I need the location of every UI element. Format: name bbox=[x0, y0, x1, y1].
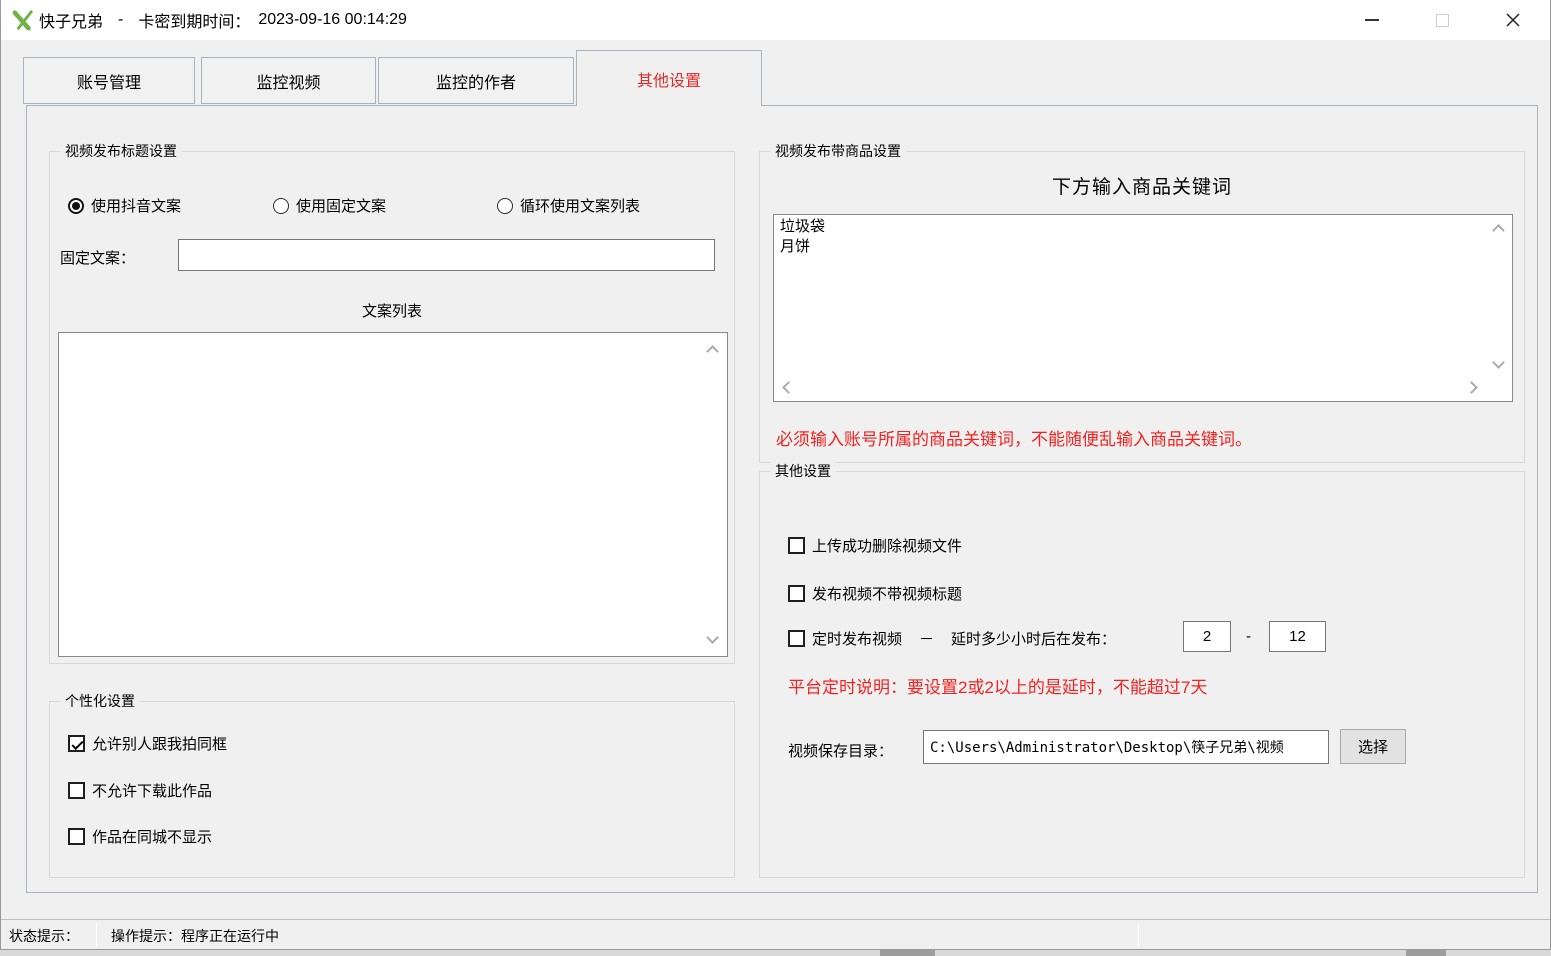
license-expiry-label: 卡密到期时间： bbox=[138, 8, 250, 32]
checkbox-allow-duet[interactable]: 允许别人跟我拍同框 bbox=[68, 733, 227, 754]
scrollbar-up-icon[interactable] bbox=[1492, 224, 1505, 237]
tab-label: 账号管理 bbox=[77, 69, 141, 93]
save-dir-label: 视频保存目录： bbox=[788, 740, 893, 761]
checkbox-label: 定时发布视频 bbox=[812, 628, 902, 649]
delay-label: 延时多少小时后在发布： bbox=[951, 628, 1116, 649]
tab-label: 其他设置 bbox=[637, 67, 701, 91]
status-divider bbox=[1138, 923, 1139, 947]
product-keywords-textarea[interactable]: 垃圾袋 月饼 bbox=[773, 214, 1513, 402]
checkbox-icon bbox=[788, 630, 805, 647]
product-keywords-value: 垃圾袋 月饼 bbox=[780, 217, 1482, 373]
checkbox-icon bbox=[68, 782, 85, 799]
radio-label: 使用固定文案 bbox=[296, 195, 386, 216]
copy-list-textarea[interactable] bbox=[58, 332, 728, 657]
tab-account-management[interactable]: 账号管理 bbox=[23, 57, 195, 104]
close-icon bbox=[1505, 12, 1521, 28]
scrollbar-down-icon[interactable] bbox=[1492, 356, 1505, 369]
checkbox-delete-after-upload[interactable]: 上传成功删除视频文件 bbox=[788, 535, 962, 556]
checkbox-label: 允许别人跟我拍同框 bbox=[92, 733, 227, 754]
close-button[interactable] bbox=[1490, 0, 1536, 40]
delay-to-input[interactable] bbox=[1269, 621, 1326, 652]
radio-use-fixed-copy[interactable]: 使用固定文案 bbox=[273, 195, 386, 216]
keywords-header: 下方输入商品关键词 bbox=[760, 172, 1524, 199]
checkbox-disallow-download[interactable]: 不允许下载此作品 bbox=[68, 780, 212, 801]
maximize-icon bbox=[1436, 14, 1449, 27]
window-title: 快子兄弟 - 卡密到期时间： 2023-09-16 00:14:29 bbox=[39, 0, 407, 40]
tab-label: 监控的作者 bbox=[436, 69, 516, 93]
group-product-settings: 视频发布带商品设置 下方输入商品关键词 垃圾袋 月饼 必须输入账号所属的商品关键… bbox=[759, 151, 1525, 463]
checkbox-icon bbox=[788, 585, 805, 602]
background-window-fragment bbox=[880, 950, 935, 956]
checkbox-label: 不允许下载此作品 bbox=[92, 780, 212, 801]
minimize-button[interactable] bbox=[1349, 0, 1395, 40]
radio-use-douyin-copy[interactable]: 使用抖音文案 bbox=[68, 195, 181, 216]
tab-label: 监控视频 bbox=[256, 69, 320, 93]
status-label: 状态提示： bbox=[9, 926, 79, 946]
checkbox-timed-publish[interactable]: 定时发布视频 － 延时多少小时后在发布： bbox=[788, 628, 1116, 649]
keywords-warning-text: 必须输入账号所属的商品关键词，不能随便乱输入商品关键词。 bbox=[776, 425, 1252, 450]
range-dash: - bbox=[1246, 628, 1251, 645]
radio-cycle-copy-list[interactable]: 循环使用文案列表 bbox=[497, 195, 640, 216]
tab-content-panel: 视频发布标题设置 使用抖音文案 使用固定文案 循环使用文案列表 固定文案： 文案… bbox=[26, 105, 1538, 893]
operation-message: 操作提示：程序正在运行中 bbox=[111, 926, 279, 946]
tab-other-settings[interactable]: 其他设置 bbox=[576, 50, 762, 106]
checkbox-icon bbox=[68, 735, 85, 752]
radio-icon bbox=[273, 198, 289, 214]
app-logo-icon bbox=[12, 9, 34, 31]
title-bar: 快子兄弟 - 卡密到期时间： 2023-09-16 00:14:29 bbox=[1, 0, 1550, 40]
delay-from-input[interactable] bbox=[1183, 621, 1231, 652]
fixed-copy-input[interactable] bbox=[178, 239, 715, 271]
choose-directory-button[interactable]: 选择 bbox=[1340, 729, 1406, 764]
group-personalization-settings: 个性化设置 允许别人跟我拍同框 不允许下载此作品 作品在同城不显示 bbox=[49, 701, 735, 878]
group-other-settings: 其他设置 上传成功删除视频文件 发布视频不带视频标题 定时发布视频 － 延时多少… bbox=[759, 471, 1525, 878]
group-label: 其他设置 bbox=[770, 462, 836, 481]
tab-monitor-videos[interactable]: 监控视频 bbox=[201, 57, 376, 104]
tab-monitored-authors[interactable]: 监控的作者 bbox=[378, 57, 574, 104]
radio-label: 循环使用文案列表 bbox=[520, 195, 640, 216]
background-window-strip bbox=[0, 950, 1551, 956]
scrollbar-up-icon[interactable] bbox=[706, 345, 719, 358]
minimize-icon bbox=[1365, 19, 1379, 21]
copy-list-title: 文案列表 bbox=[50, 300, 734, 321]
license-expiry-value: 2023-09-16 00:14:29 bbox=[258, 11, 407, 29]
radio-label: 使用抖音文案 bbox=[91, 195, 181, 216]
status-divider bbox=[96, 923, 97, 947]
save-dir-input[interactable] bbox=[923, 730, 1329, 764]
scrollbar-right-icon[interactable] bbox=[1465, 381, 1478, 394]
button-label: 选择 bbox=[1358, 736, 1388, 757]
fixed-copy-label: 固定文案： bbox=[60, 247, 135, 268]
background-window-fragment bbox=[1406, 950, 1446, 956]
application-window: 快子兄弟 - 卡密到期时间： 2023-09-16 00:14:29 账号管理 … bbox=[0, 0, 1551, 956]
checkbox-label: 作品在同城不显示 bbox=[92, 826, 212, 847]
timed-publish-note: 平台定时说明：要设置2或2以上的是延时，不能超过7天 bbox=[788, 673, 1207, 698]
group-video-title-settings: 视频发布标题设置 使用抖音文案 使用固定文案 循环使用文案列表 固定文案： 文案… bbox=[49, 151, 735, 664]
checkbox-icon bbox=[68, 828, 85, 845]
scrollbar-down-icon[interactable] bbox=[706, 631, 719, 644]
radio-icon bbox=[68, 198, 84, 214]
dash-separator: － bbox=[919, 628, 934, 649]
status-bar: 状态提示： 操作提示：程序正在运行中 bbox=[1, 919, 1550, 949]
app-name: 快子兄弟 bbox=[39, 8, 103, 32]
checkbox-publish-without-title[interactable]: 发布视频不带视频标题 bbox=[788, 583, 962, 604]
checkbox-hide-in-same-city[interactable]: 作品在同城不显示 bbox=[68, 826, 212, 847]
radio-icon bbox=[497, 198, 513, 214]
checkbox-label: 上传成功删除视频文件 bbox=[812, 535, 962, 556]
maximize-button[interactable] bbox=[1419, 0, 1465, 40]
checkbox-icon bbox=[788, 537, 805, 554]
checkbox-label: 发布视频不带视频标题 bbox=[812, 583, 962, 604]
title-separator: - bbox=[118, 11, 123, 29]
scrollbar-left-icon[interactable] bbox=[782, 381, 795, 394]
main-window: 快子兄弟 - 卡密到期时间： 2023-09-16 00:14:29 账号管理 … bbox=[0, 0, 1551, 950]
group-label: 视频发布标题设置 bbox=[60, 142, 182, 161]
group-label: 视频发布带商品设置 bbox=[770, 142, 906, 161]
group-label: 个性化设置 bbox=[60, 692, 140, 711]
